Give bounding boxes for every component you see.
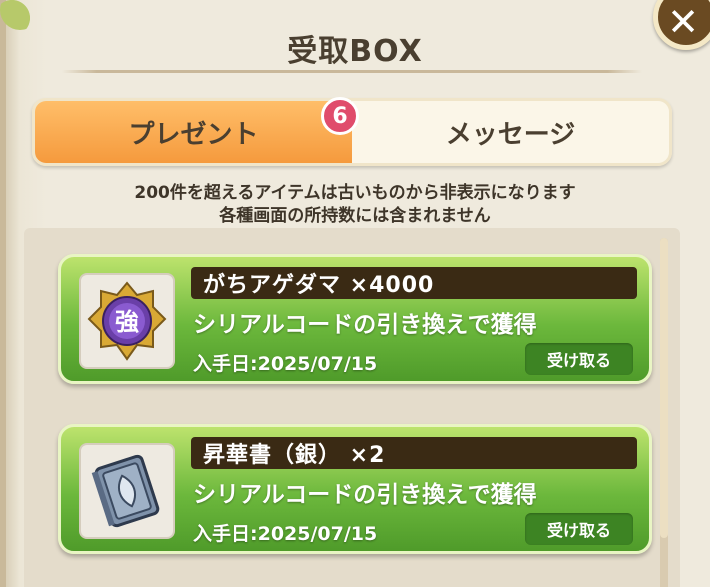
item-date: 入手日:2025/07/15 bbox=[193, 523, 378, 545]
page-title: 受取BOX bbox=[287, 34, 423, 69]
book-icon bbox=[91, 454, 160, 528]
item-icon-box bbox=[79, 443, 175, 539]
receive-button[interactable]: 受け取る bbox=[525, 343, 633, 375]
item-description: シリアルコードの引き換えで獲得 bbox=[193, 312, 537, 338]
scrollbar[interactable] bbox=[660, 238, 668, 587]
item-date: 入手日:2025/07/15 bbox=[193, 353, 378, 375]
item-icon-box: 強 bbox=[79, 273, 175, 369]
tab-present-label: プレゼント bbox=[128, 119, 259, 150]
notice-line-2: 各種画面の所持数には含まれません bbox=[219, 206, 491, 226]
item-name: 昇華書（銀） ×2 bbox=[191, 437, 637, 469]
item-description: シリアルコードの引き換えで獲得 bbox=[193, 482, 537, 508]
title-divider bbox=[62, 70, 642, 73]
tab-present[interactable]: プレゼント bbox=[35, 101, 352, 163]
medal-icon: 強 bbox=[87, 281, 167, 361]
list-item: 強 がちアゲダマ ×4000 シリアルコードの引き換えで獲得 入手日:2025/… bbox=[58, 254, 652, 384]
notice-line-1: 200件を超えるアイテムは古いものから非表示になります bbox=[134, 183, 576, 203]
scrollbar-thumb[interactable] bbox=[660, 238, 668, 538]
receive-button[interactable]: 受け取る bbox=[525, 513, 633, 545]
tab-message-label: メッセージ bbox=[445, 119, 576, 150]
medal-icon-text: 強 bbox=[115, 308, 139, 336]
tab-message[interactable]: メッセージ bbox=[352, 101, 669, 163]
list-item: 昇華書（銀） ×2 シリアルコードの引き換えで獲得 入手日:2025/07/15… bbox=[58, 424, 652, 554]
close-icon: ✕ bbox=[667, 0, 699, 44]
notification-badge: 6 bbox=[321, 97, 359, 135]
item-name: がちアゲダマ ×4000 bbox=[191, 267, 637, 299]
